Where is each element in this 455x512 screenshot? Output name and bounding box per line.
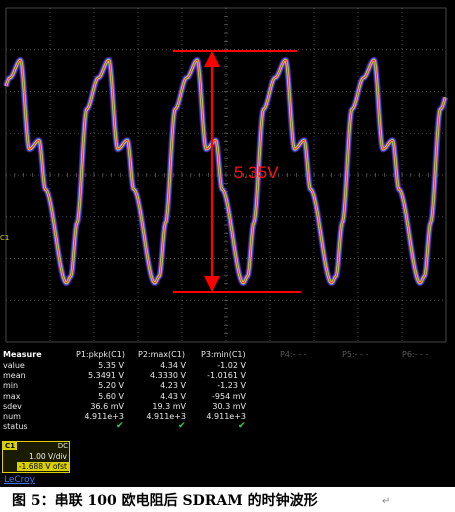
- param-inactive: P6:- - -: [402, 350, 429, 359]
- paragraph-mark: ↵: [382, 496, 391, 507]
- measure-cell: 5.20 V: [98, 381, 124, 391]
- channel-marker: C1: [0, 234, 9, 242]
- measure-cell: 4.3330 V: [149, 371, 186, 381]
- param-name: P3:min(C1): [201, 350, 246, 359]
- channel-tag: C1: [3, 442, 17, 450]
- param-name: P1:pkpk(C1): [76, 350, 125, 359]
- measure-row-label: status: [3, 422, 28, 432]
- channel-offset: -1.688 V ofst: [16, 462, 69, 471]
- measure-row-label: max: [3, 391, 21, 401]
- channel-coupling: DC: [57, 442, 68, 450]
- trace-halo: [3, 57, 448, 286]
- channel-descriptor-box[interactable]: C1 DC 1.00 V/div -1.688 V ofst: [2, 441, 70, 473]
- measure-cell: 4.23 V: [160, 381, 186, 391]
- measure-row-label: min: [3, 381, 19, 391]
- measure-cell: -1.0161 V: [207, 371, 246, 381]
- param-inactive: P5:- - -: [342, 350, 369, 359]
- param-name: P2:max(C1): [138, 350, 185, 359]
- measure-cell: 36.6 mV: [90, 401, 124, 411]
- measure-cell: 5.3491 V: [87, 371, 124, 381]
- figure-caption: 图 5：串联 100 欧电阻后 SDRAM 的时钟波形: [12, 493, 318, 509]
- measure-cell: -1.23 V: [217, 381, 246, 391]
- measure-row-label: value: [3, 361, 25, 370]
- channel-vdiv: 1.00 V/div: [28, 452, 67, 461]
- measure-cell: 5.35 V: [98, 361, 124, 370]
- measure-cell: -1.02 V: [217, 361, 246, 370]
- measure-cell: 5.60 V: [98, 391, 124, 401]
- measure-row-label: sdev: [3, 401, 22, 411]
- measure-cell: 4.43 V: [160, 391, 186, 401]
- status-check-icon: ✔: [178, 421, 186, 432]
- measure-cell: 4.911e+3: [146, 412, 186, 421]
- oscilloscope-screen: 5.35V C1 Measure P1:pkpk(C1) P2:max(C1) P3…: [0, 0, 455, 487]
- measure-cell: 4.911e+3: [84, 412, 124, 421]
- arrow-head-down: [204, 276, 220, 292]
- measure-cell: 4.34 V: [160, 361, 186, 370]
- arrow-head-up: [204, 51, 220, 67]
- measure-cell: -954 mV: [212, 391, 246, 401]
- status-check-icon: ✔: [238, 421, 246, 432]
- status-check-icon: ✔: [116, 421, 124, 432]
- lecroy-logo: LeCroy: [4, 475, 36, 485]
- measure-cell: 19.3 mV: [152, 401, 186, 411]
- measure-header: Measure: [3, 350, 42, 359]
- measure-row-label: num: [3, 412, 21, 421]
- param-inactive: P4:- - -: [280, 350, 307, 359]
- measure-cell: 4.911e+3: [206, 412, 246, 421]
- clock-waveform-trace: [2, 56, 449, 287]
- measure-row-label: mean: [3, 371, 26, 381]
- amplitude-label: 5.35V: [234, 163, 279, 182]
- measure-cell: 30.3 mV: [212, 401, 246, 411]
